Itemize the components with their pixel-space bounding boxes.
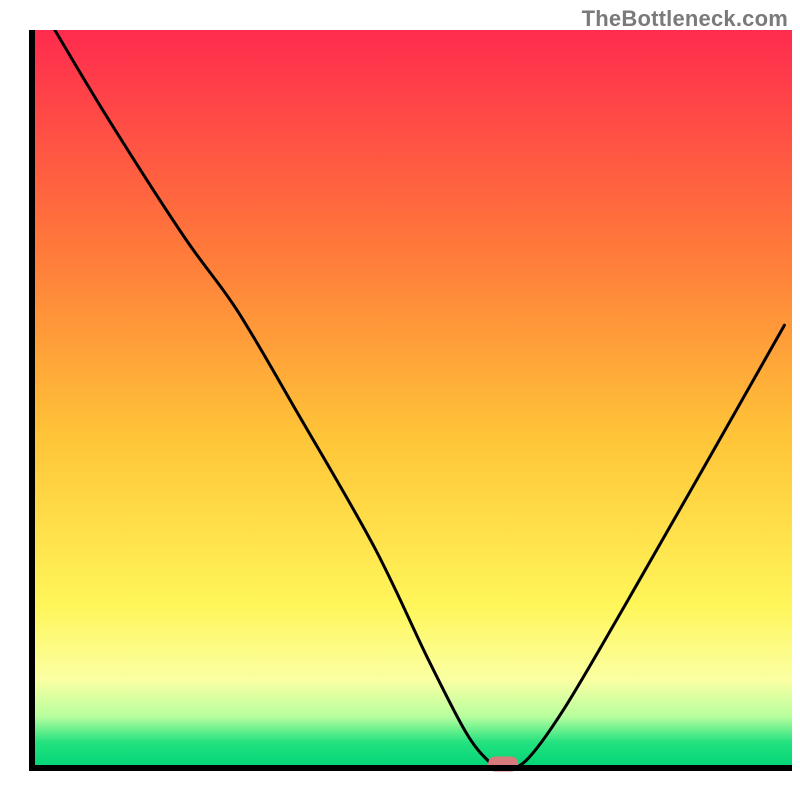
- watermark-label: TheBottleneck.com: [582, 6, 788, 32]
- chart-container: TheBottleneck.com: [0, 0, 800, 800]
- bottleneck-chart: [0, 0, 800, 800]
- gradient-background: [32, 30, 792, 768]
- plot-area: [32, 30, 792, 772]
